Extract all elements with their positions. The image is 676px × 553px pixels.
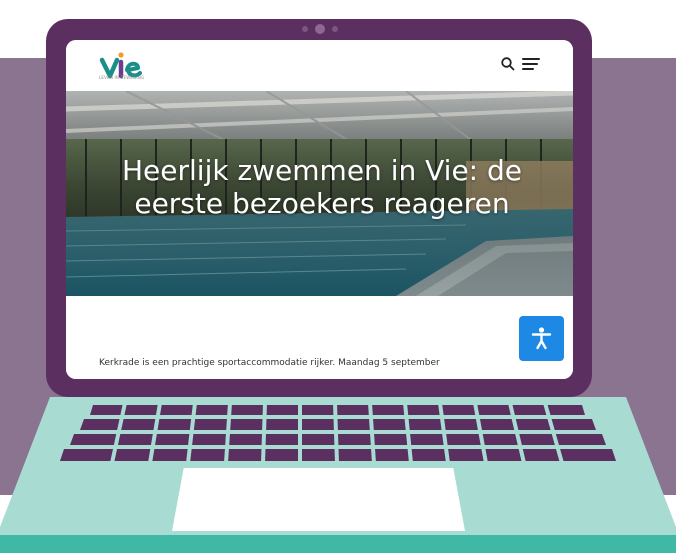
webcam-lens: [315, 24, 325, 34]
hero-banner: Heerlijk zwemmen in Vie: de eerste bezoe…: [66, 91, 573, 296]
site-header: LEVEN IN BEWEGING: [66, 40, 573, 91]
webcam: [302, 24, 338, 34]
laptop-screen: LEVEN IN BEWEGING Heerlijk zwemmen in Vi…: [66, 40, 573, 379]
hero-title-line-1: Heerlijk zwemmen in Vie: de: [121, 154, 523, 187]
accessibility-person-icon: [531, 327, 552, 350]
accessibility-button[interactable]: [519, 316, 564, 361]
hero-title: Heerlijk zwemmen in Vie: de eerste bezoe…: [96, 154, 548, 220]
base-edge: [0, 535, 676, 553]
trackpad[interactable]: [172, 468, 465, 531]
article-content: Kerkrade is een prachtige sportaccommoda…: [66, 296, 573, 379]
hero-title-line-2: eerste bezoekers reageren: [134, 187, 510, 220]
webcam-dot-left: [302, 26, 308, 32]
webcam-dot-right: [332, 26, 338, 32]
search-icon[interactable]: [500, 56, 516, 72]
article-intro-text: Kerkrade is een prachtige sportaccommoda…: [99, 358, 440, 368]
logo-tagline: LEVEN IN BEWEGING: [99, 75, 145, 80]
hamburger-menu-icon[interactable]: [522, 57, 540, 71]
